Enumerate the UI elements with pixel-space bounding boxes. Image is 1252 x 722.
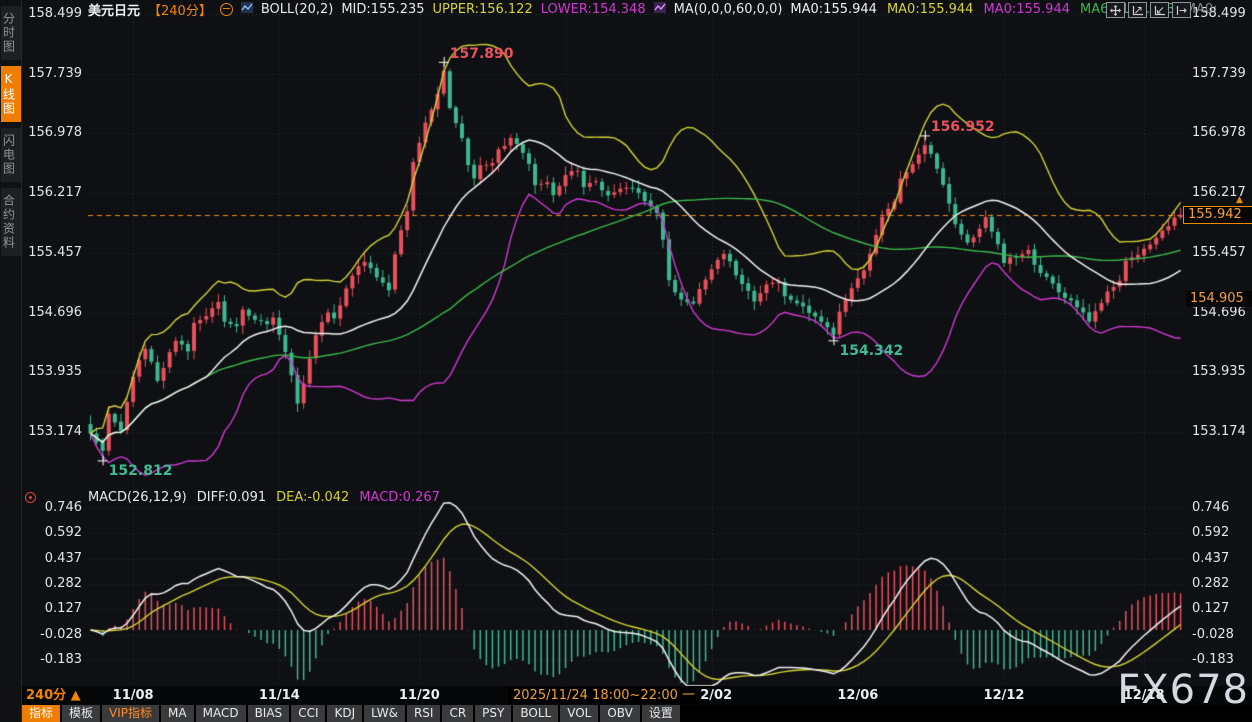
macd-tick-left: 0.746 bbox=[28, 500, 82, 515]
price-tick-right: 155.457 bbox=[1192, 245, 1246, 260]
price-tick-right: 156.978 bbox=[1192, 125, 1246, 140]
current-price-value: 155.942 bbox=[1188, 207, 1242, 222]
toolbar-item-RSI[interactable]: RSI bbox=[407, 705, 441, 722]
last-price-value: 154.905 bbox=[1190, 291, 1244, 306]
boll-label: BOLL(20,2) bbox=[261, 2, 334, 17]
date-tick: 12/06 bbox=[826, 688, 890, 703]
macd-dea-value: DEA:-0.042 bbox=[276, 490, 349, 505]
chart-header: 美元日元 【240分】 BOLL(20,2) MID:155.235 UPPER… bbox=[88, 1, 1218, 17]
sidebar-item-2[interactable]: 闪电图 bbox=[1, 128, 21, 182]
macd-tick-right: 0.437 bbox=[1192, 551, 1229, 566]
price-tick-left: 153.174 bbox=[28, 424, 82, 439]
toolbar-item-VOL[interactable]: VOL bbox=[560, 705, 598, 722]
high-price-annotation: 156.952 bbox=[931, 119, 995, 135]
macd-tick-right: 0.127 bbox=[1192, 601, 1229, 616]
ma-value-0: MA0:155.944 bbox=[790, 2, 877, 17]
move-icon[interactable] bbox=[1106, 2, 1125, 18]
timeframe-tag: 【240分】 bbox=[148, 0, 212, 19]
last-price-box: 154.905 bbox=[1186, 291, 1252, 307]
macd-tick-left: 0.282 bbox=[28, 576, 82, 591]
macd-tick-right: 0.282 bbox=[1192, 576, 1229, 591]
toolbar-item-OBV[interactable]: OBV bbox=[600, 705, 640, 722]
toolbar-item-设置[interactable]: 设置 bbox=[642, 705, 680, 722]
macd-label: MACD(26,12,9) bbox=[88, 490, 187, 505]
high-price-annotation: 157.890 bbox=[450, 46, 514, 62]
period-selector[interactable]: 240分 ▲ bbox=[26, 684, 81, 703]
price-tick-right: 157.739 bbox=[1192, 66, 1246, 81]
ma-value-2: MA0:155.944 bbox=[983, 2, 1070, 17]
boll-upper-value: UPPER:156.122 bbox=[433, 2, 533, 17]
boll-lower-value: LOWER:154.348 bbox=[541, 2, 646, 17]
chart-toolbar-icons bbox=[1106, 2, 1191, 18]
price-tick-left: 158.499 bbox=[28, 6, 82, 21]
trading-app-window: 分时图 K线图闪电图合约资料 美元日元 【240分】 BOLL(20,2) MID… bbox=[0, 0, 1252, 722]
date-tick: 11/14 bbox=[247, 688, 311, 703]
macd-tick-right: -0.028 bbox=[1192, 627, 1234, 642]
price-tick-left: 153.935 bbox=[28, 364, 82, 379]
toolbar-item-MA[interactable]: MA bbox=[161, 705, 194, 722]
toolbar-item-CR[interactable]: CR bbox=[442, 705, 473, 722]
macd-tick-left: -0.183 bbox=[28, 652, 82, 667]
toolbar-item-模板[interactable]: 模板 bbox=[62, 705, 100, 722]
bar-tooltip: 2025/11/24 18:00~22:00 一 bbox=[508, 687, 700, 704]
toolbar-item-BIAS[interactable]: BIAS bbox=[248, 705, 290, 722]
low-price-annotation: 154.342 bbox=[839, 343, 903, 359]
price-arrow-icon: ▲ bbox=[1236, 196, 1243, 204]
toolbar-item-指标[interactable]: 指标 bbox=[22, 705, 60, 722]
price-tick-left: 157.739 bbox=[28, 66, 82, 81]
low-price-annotation: 152.812 bbox=[109, 463, 173, 479]
watermark: FX678 bbox=[1117, 671, 1249, 709]
macd-tick-left: 0.437 bbox=[28, 551, 82, 566]
macd-settings-icon[interactable] bbox=[25, 492, 36, 503]
date-tick: 12/12 bbox=[972, 688, 1036, 703]
boll-mid-value: MID:155.235 bbox=[341, 2, 424, 17]
sidebar: 分时图 K线图闪电图合约资料 bbox=[0, 0, 22, 722]
price-tick-right: 153.174 bbox=[1192, 424, 1246, 439]
sidebar-item-3[interactable]: 合约资料 bbox=[1, 188, 21, 256]
macd-tick-left: 0.127 bbox=[28, 601, 82, 616]
macd-macd-value: MACD:0.267 bbox=[359, 490, 440, 505]
pan-right-icon[interactable] bbox=[1172, 2, 1191, 18]
chart-canvas[interactable] bbox=[0, 0, 1252, 722]
price-tick-left: 155.457 bbox=[28, 245, 82, 260]
price-tick-left: 156.217 bbox=[28, 185, 82, 200]
macd-tick-right: 0.592 bbox=[1192, 525, 1229, 540]
macd-tick-left: -0.028 bbox=[28, 627, 82, 642]
boll-indicator-icon[interactable] bbox=[241, 2, 253, 17]
indicator-toolbar: 指标模板VIP指标MAMACDBIASCCIKDJLW&RSICRPSYBOLL… bbox=[22, 705, 1252, 722]
sidebar-item-1[interactable]: K线图 bbox=[1, 66, 21, 122]
macd-tick-right: -0.183 bbox=[1192, 652, 1234, 667]
ma-value-1: MA0:155.944 bbox=[887, 2, 974, 17]
macd-tick-left: 0.592 bbox=[28, 525, 82, 540]
scale-up-icon[interactable] bbox=[1128, 2, 1147, 18]
toolbar-item-VIP指标[interactable]: VIP指标 bbox=[102, 705, 159, 722]
toolbar-item-PSY[interactable]: PSY bbox=[475, 705, 511, 722]
macd-diff-value: DIFF:0.091 bbox=[197, 490, 266, 505]
price-tick-right: 153.935 bbox=[1192, 364, 1246, 379]
date-tick: 11/08 bbox=[101, 688, 165, 703]
ma-indicator-icon[interactable] bbox=[654, 2, 666, 17]
current-price-box: 155.942 bbox=[1183, 206, 1252, 224]
price-tick-left: 154.696 bbox=[28, 305, 82, 320]
price-tick-left: 156.978 bbox=[28, 125, 82, 140]
macd-tick-right: 0.746 bbox=[1192, 500, 1229, 515]
collapse-icon[interactable] bbox=[220, 3, 233, 16]
toolbar-item-KDJ[interactable]: KDJ bbox=[327, 705, 362, 722]
symbol-name: 美元日元 bbox=[88, 0, 140, 19]
sidebar-item-0[interactable]: 分时图 bbox=[1, 6, 21, 60]
toolbar-item-CCI[interactable]: CCI bbox=[291, 705, 325, 722]
macd-header: MACD(26,12,9) DIFF:0.091 DEA:-0.042 MACD… bbox=[88, 490, 440, 505]
date-tick: 11/20 bbox=[387, 688, 451, 703]
toolbar-item-LW&[interactable]: LW& bbox=[364, 705, 405, 722]
toolbar-item-MACD[interactable]: MACD bbox=[196, 705, 246, 722]
toolbar-item-BOLL[interactable]: BOLL bbox=[513, 705, 558, 722]
scale-down-icon[interactable] bbox=[1150, 2, 1169, 18]
ma-label: MA(0,0,0,60,0,0) bbox=[674, 2, 783, 17]
